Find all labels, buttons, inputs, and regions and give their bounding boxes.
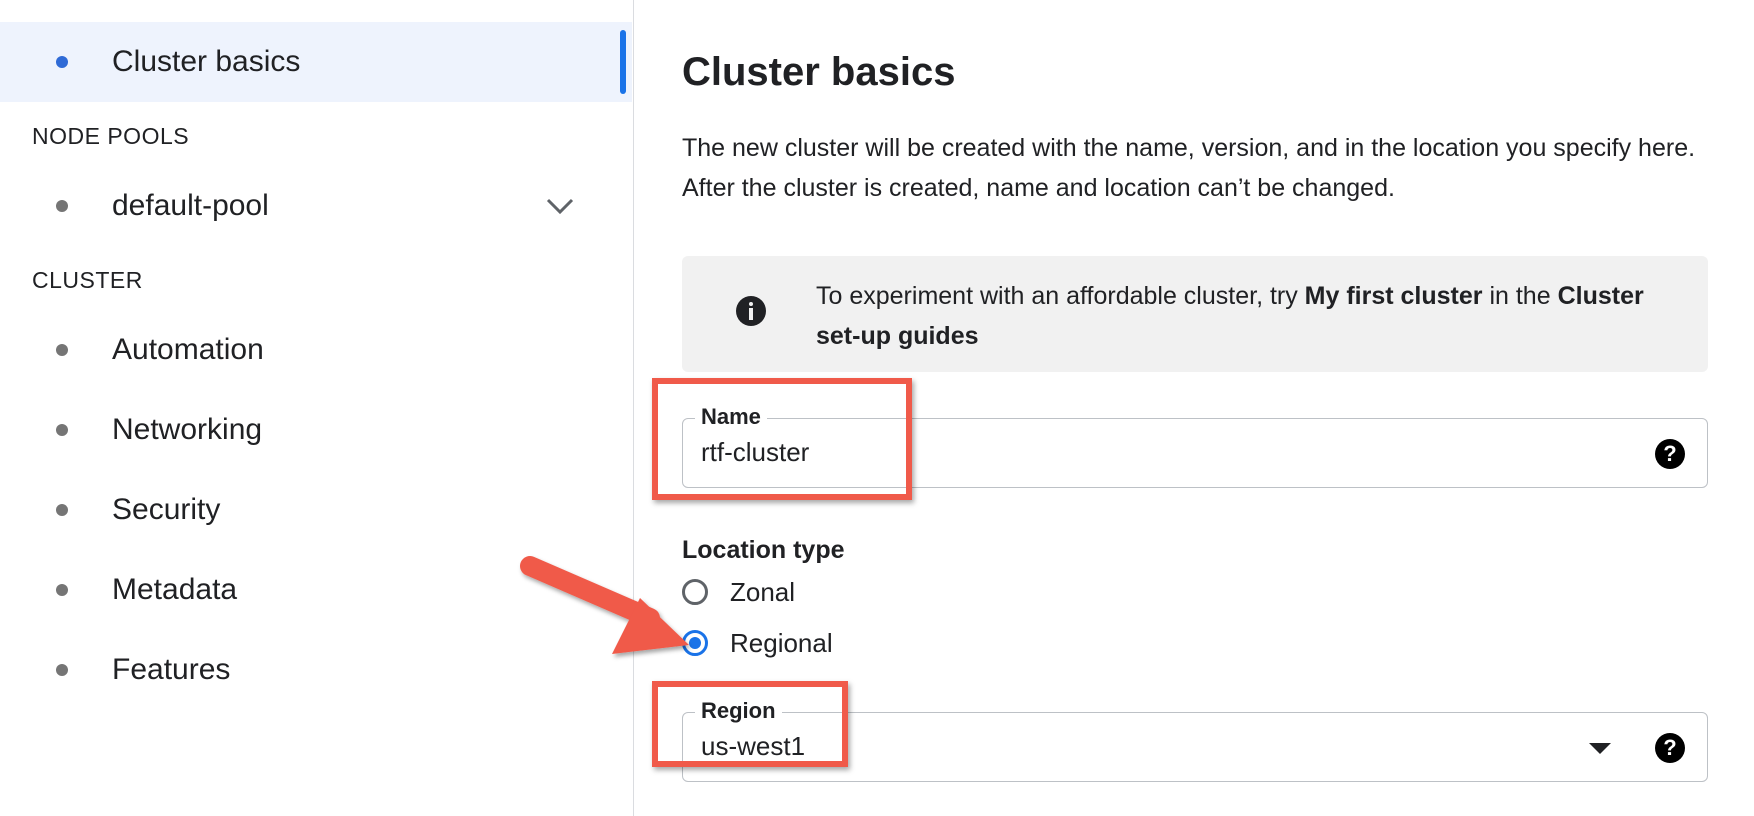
annotation-arrow-icon [520, 556, 689, 654]
